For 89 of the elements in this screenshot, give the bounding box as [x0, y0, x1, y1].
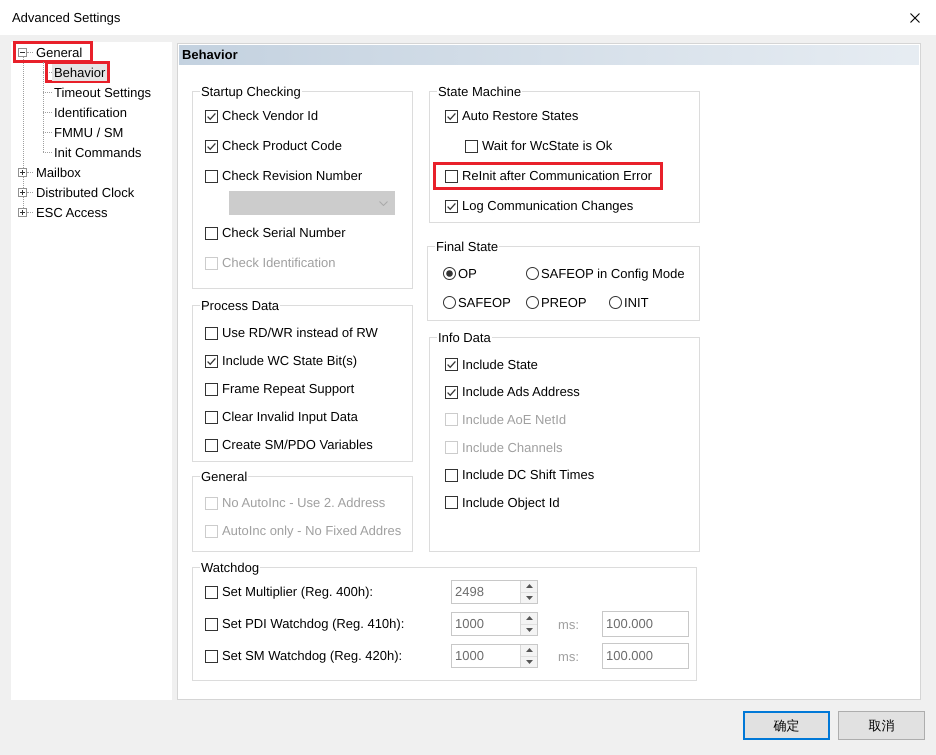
window-title: Advanced Settings [12, 10, 120, 26]
checkbox-label: Set SM Watchdog (Reg. 420h): [222, 648, 402, 664]
group-title: Process Data [200, 298, 280, 313]
checkbox-label: Create SM/PDO Variables [222, 437, 373, 453]
tree-item[interactable]: Init Commands [52, 144, 144, 160]
radio-button[interactable] [443, 296, 456, 309]
tree-item[interactable]: Mailbox [34, 164, 83, 180]
checkbox-label: Include Ads Address [462, 384, 580, 400]
radio-button[interactable] [526, 296, 539, 309]
checkbox-label: Check Product Code [222, 138, 342, 154]
checkbox[interactable] [205, 354, 218, 368]
checkbox[interactable] [445, 468, 458, 482]
tree-item[interactable]: ESC Access [34, 204, 110, 220]
checkbox-label: Set PDI Watchdog (Reg. 410h): [222, 616, 404, 632]
group-title: General [200, 469, 248, 484]
plus-box-icon[interactable] [18, 168, 27, 176]
checkbox-label: No AutoInc - Use 2. Address [222, 495, 386, 511]
dialog-button[interactable]: 取消 [838, 711, 925, 740]
group-title: Watchdog [200, 560, 260, 575]
checkbox[interactable] [445, 386, 458, 399]
checkbox[interactable] [205, 110, 218, 122]
tree-item[interactable]: Behavior [52, 64, 108, 80]
radio-button[interactable] [526, 267, 539, 280]
tree-item[interactable]: Identification [52, 104, 129, 120]
unit-label: ms: [557, 648, 580, 664]
checkbox-label: Check Serial Number [222, 225, 346, 241]
checkbox-label: Log Communication Changes [462, 198, 634, 214]
checkbox-label: Check Revision Number [222, 168, 362, 184]
radio-button[interactable] [609, 296, 622, 309]
checkbox-label: Wait for WcState is Ok [482, 138, 612, 154]
checkbox-label: Include Object Id [462, 494, 560, 511]
checkbox[interactable] [445, 496, 458, 510]
checkbox[interactable] [205, 410, 218, 424]
group-title: Startup Checking [200, 84, 302, 99]
checkbox[interactable] [445, 170, 458, 182]
caret-down-icon [526, 660, 532, 664]
radio-label: OP [458, 266, 477, 282]
caret-down-icon [526, 596, 532, 600]
radio-label: SAFEOP [458, 294, 511, 310]
checkbox-label: Include AoE NetId [462, 412, 566, 428]
checkbox-label: Check Identification [222, 255, 336, 271]
checkbox-label: Include WC State Bit(s) [222, 353, 358, 369]
checkbox[interactable] [205, 382, 218, 396]
radio-label: PREOP [541, 294, 587, 310]
checkbox[interactable] [205, 438, 218, 452]
checkbox[interactable] [205, 226, 218, 240]
checkbox[interactable] [205, 618, 218, 630]
minus-box-icon[interactable] [18, 48, 27, 56]
dialog-button[interactable]: 确定 [743, 711, 830, 740]
group-title: Final State [435, 239, 500, 254]
checkbox[interactable] [445, 110, 458, 122]
checkbox-label: AutoInc only - No Fixed Addres [222, 523, 402, 539]
caret-up-icon [526, 616, 532, 620]
group-title: Info Data [437, 330, 492, 345]
checkbox[interactable] [205, 140, 218, 152]
tree-item[interactable]: Distributed Clock [34, 184, 136, 200]
checkbox[interactable] [445, 200, 458, 212]
checkbox[interactable] [205, 586, 218, 598]
tree-item[interactable]: FMMU / SM [52, 124, 126, 140]
checkbox-label: Include Channels [462, 440, 562, 456]
tree-item[interactable]: General [34, 44, 84, 60]
checkbox-label: Include State [462, 356, 538, 373]
caret-up-icon [526, 584, 532, 588]
radio-label: INIT [624, 294, 649, 310]
group-title: State Machine [437, 84, 522, 99]
caret-up-icon [526, 648, 532, 652]
radio-label: SAFEOP in Config Mode [541, 266, 685, 282]
checkbox[interactable] [205, 650, 218, 662]
unit-label: ms: [557, 616, 580, 632]
checkbox[interactable] [205, 170, 218, 182]
radio-button[interactable] [443, 267, 456, 280]
tree-item[interactable]: Timeout Settings [52, 84, 154, 100]
checkbox-label: Set Multiplier (Reg. 400h): [222, 584, 374, 600]
checkbox-label: Frame Repeat Support [222, 381, 354, 397]
checkbox-label: Use RD/WR instead of RW [222, 325, 378, 341]
chevron-down-icon [379, 200, 388, 206]
checkbox-label: Auto Restore States [462, 108, 578, 124]
checkbox-label: Check Vendor Id [222, 108, 318, 124]
plus-box-icon[interactable] [18, 188, 27, 196]
checkbox[interactable] [205, 326, 218, 340]
checkbox[interactable] [445, 358, 458, 372]
close-icon[interactable] [910, 12, 920, 22]
panel-header: Behavior [179, 45, 919, 65]
caret-down-icon [526, 628, 532, 632]
checkbox-label: Include DC Shift Times [462, 467, 594, 484]
checkbox-label: ReInit after Communication Error [462, 168, 652, 184]
plus-box-icon[interactable] [18, 208, 27, 216]
checkbox[interactable] [465, 140, 478, 152]
checkbox-label: Clear Invalid Input Data [222, 409, 358, 425]
